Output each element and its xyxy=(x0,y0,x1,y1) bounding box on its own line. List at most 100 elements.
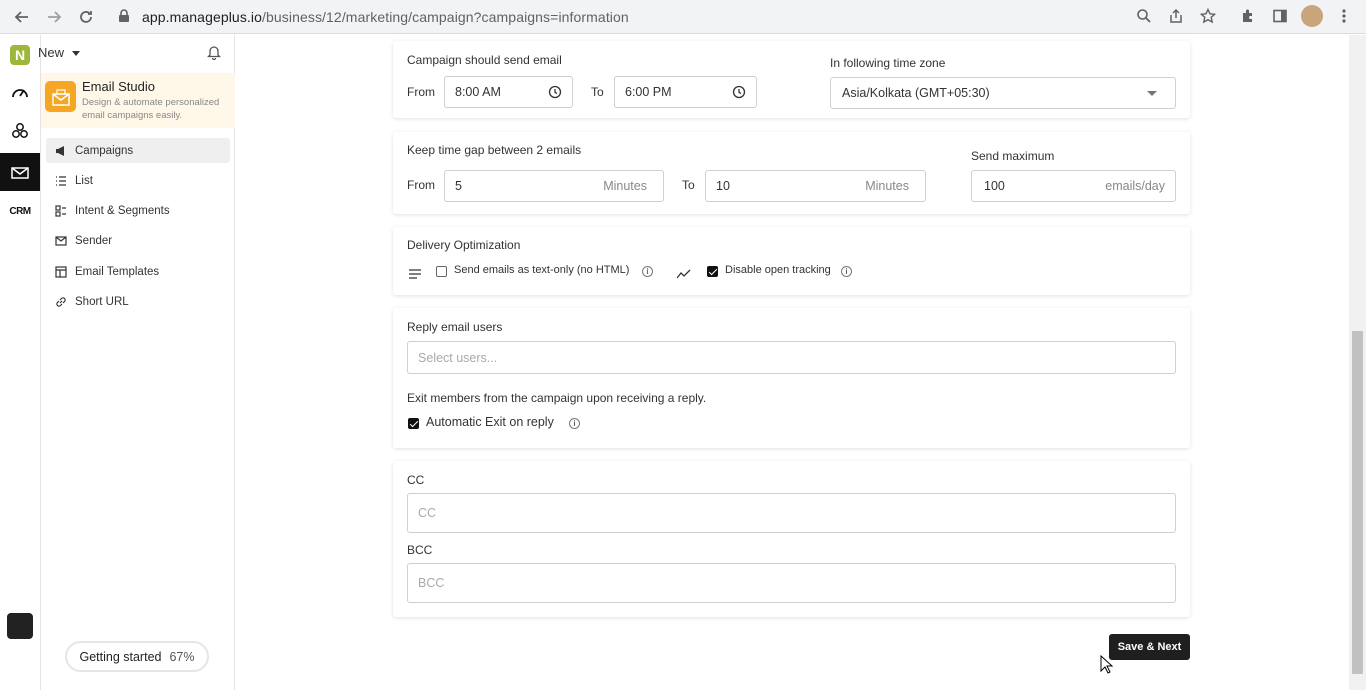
new-dropdown-label: New xyxy=(38,45,65,60)
cc-input[interactable]: CC xyxy=(407,493,1176,533)
reply-users-select[interactable]: Select users... xyxy=(407,341,1176,374)
info-icon[interactable]: i xyxy=(569,418,580,429)
share-icon[interactable] xyxy=(1166,6,1186,26)
exit-on-reply-description: Exit members from the campaign upon rece… xyxy=(407,391,707,405)
send-max-value: 100 xyxy=(984,179,1005,193)
send-from-time-value: 8:00 AM xyxy=(455,85,501,99)
nav-item-short-url[interactable]: Short URL xyxy=(46,289,230,314)
timezone-value: Asia/Kolkata (GMT+05:30) xyxy=(842,86,990,100)
send-max-label: Send maximum xyxy=(971,149,1055,163)
studio-description: Design & automate personalized email cam… xyxy=(82,97,220,121)
dashboard-icon[interactable] xyxy=(0,73,40,111)
templates-icon xyxy=(55,266,67,278)
nav-item-email-templates[interactable]: Email Templates xyxy=(46,259,230,284)
zoom-icon[interactable] xyxy=(1134,6,1154,26)
getting-started-progress: 67% xyxy=(169,649,195,664)
nav-item-campaigns[interactable]: Campaigns xyxy=(46,138,230,163)
gap-to-input[interactable]: 10 Minutes xyxy=(705,170,926,202)
scrollbar-thumb[interactable] xyxy=(1352,331,1363,674)
timezone-label: In following time zone xyxy=(830,56,946,70)
back-icon[interactable] xyxy=(11,6,33,28)
reply-users-card: Reply email users Select users... Exit m… xyxy=(393,308,1190,448)
trend-chart-icon xyxy=(676,266,691,284)
caret-down-icon xyxy=(1147,91,1157,96)
bcc-label: BCC xyxy=(407,543,433,557)
link-icon xyxy=(55,296,67,308)
send-from-time-input[interactable]: 8:00 AM xyxy=(444,76,573,108)
gap-to-unit: Minutes xyxy=(865,179,909,193)
side-panel-icon[interactable] xyxy=(1270,6,1290,26)
auto-exit-checkbox[interactable] xyxy=(408,418,419,429)
text-only-checkbox[interactable] xyxy=(436,266,447,277)
nav-item-label: Campaigns xyxy=(75,144,134,157)
lock-icon xyxy=(118,9,130,28)
disable-open-tracking-label: Disable open tracking xyxy=(725,264,831,276)
cc-placeholder: CC xyxy=(418,506,437,520)
nav-item-label: Email Templates xyxy=(75,265,160,278)
gap-from-input[interactable]: 5 Minutes xyxy=(444,170,664,202)
extensions-icon[interactable] xyxy=(1238,6,1258,26)
gap-from-label: From xyxy=(407,178,435,192)
email-studio-icon[interactable] xyxy=(0,153,40,191)
gap-title: Keep time gap between 2 emails xyxy=(407,143,582,157)
address-bar[interactable]: app.manageplus.io/business/12/marketing/… xyxy=(108,3,1228,30)
bookmark-star-icon[interactable] xyxy=(1198,6,1218,26)
schedule-card: Campaign should send email From 8:00 AM … xyxy=(393,41,1190,118)
new-dropdown[interactable]: New xyxy=(38,45,81,60)
mouse-cursor-icon xyxy=(1100,654,1114,675)
nav-item-intent-segments[interactable]: Intent & Segments xyxy=(46,199,230,224)
schedule-to-label: To xyxy=(591,85,604,99)
getting-started-button[interactable]: Getting started 67% xyxy=(65,641,209,672)
timezone-select[interactable]: Asia/Kolkata (GMT+05:30) xyxy=(830,77,1176,109)
nav-item-list[interactable]: List xyxy=(46,168,230,193)
clock-icon xyxy=(732,85,746,99)
nav-item-label: Short URL xyxy=(75,295,129,308)
schedule-from-label: From xyxy=(407,85,435,99)
gap-to-value: 10 xyxy=(716,179,730,193)
gap-to-label: To xyxy=(682,178,695,192)
nav-item-sender[interactable]: Sender xyxy=(46,229,230,254)
forward-icon[interactable] xyxy=(43,6,65,28)
segments-list-icon xyxy=(55,205,67,217)
chevron-down-icon xyxy=(72,45,81,60)
info-icon[interactable]: i xyxy=(841,266,852,277)
nav-item-label: Sender xyxy=(75,235,113,248)
email-studio-header: Email Studio Design & automate personali… xyxy=(41,73,235,128)
save-next-button[interactable]: Save & Next xyxy=(1109,634,1190,660)
page-scrollbar[interactable] xyxy=(1349,35,1366,690)
disable-open-tracking-checkbox[interactable] xyxy=(707,266,718,277)
notification-bell-icon[interactable] xyxy=(206,45,223,61)
nav-item-label: Intent & Segments xyxy=(75,205,170,218)
url-text: app.manageplus.io/business/12/marketing/… xyxy=(142,8,629,25)
segments-icon[interactable] xyxy=(0,112,40,150)
getting-started-label: Getting started xyxy=(79,649,162,664)
bcc-input[interactable]: BCC xyxy=(407,563,1176,603)
sender-icon xyxy=(55,235,67,247)
app-logo[interactable]: N xyxy=(10,45,30,65)
main-content: Campaign should send email From 8:00 AM … xyxy=(235,35,1349,690)
crm-icon[interactable]: CRM xyxy=(0,192,40,230)
email-studio-logo-icon xyxy=(45,81,76,112)
cc-bcc-card: CC CC BCC BCC xyxy=(393,461,1190,617)
info-icon[interactable]: i xyxy=(642,266,653,277)
studio-nav: Campaigns List Intent & Segments Sender … xyxy=(46,138,230,320)
browser-toolbar: app.manageplus.io/business/12/marketing/… xyxy=(0,0,1366,34)
reply-users-placeholder: Select users... xyxy=(418,350,498,365)
send-to-time-input[interactable]: 6:00 PM xyxy=(614,76,757,108)
chrome-menu-icon[interactable] xyxy=(1334,6,1354,26)
reload-icon[interactable] xyxy=(75,6,97,28)
gap-from-value: 5 xyxy=(455,179,462,193)
user-avatar[interactable] xyxy=(7,613,33,639)
reply-users-title: Reply email users xyxy=(407,320,503,334)
module-sidebar: New Email Studio Design & automate perso… xyxy=(38,35,235,690)
profile-avatar[interactable] xyxy=(1301,5,1323,27)
app-rail: N CRM xyxy=(0,35,41,690)
send-to-time-value: 6:00 PM xyxy=(625,85,672,99)
megaphone-icon xyxy=(55,145,67,157)
send-max-input[interactable]: 100 emails/day xyxy=(971,170,1176,202)
studio-title: Email Studio xyxy=(82,79,155,94)
cc-label: CC xyxy=(407,473,425,487)
nav-item-label: List xyxy=(75,174,93,187)
list-icon xyxy=(55,175,67,187)
delivery-title: Delivery Optimization xyxy=(407,238,521,252)
